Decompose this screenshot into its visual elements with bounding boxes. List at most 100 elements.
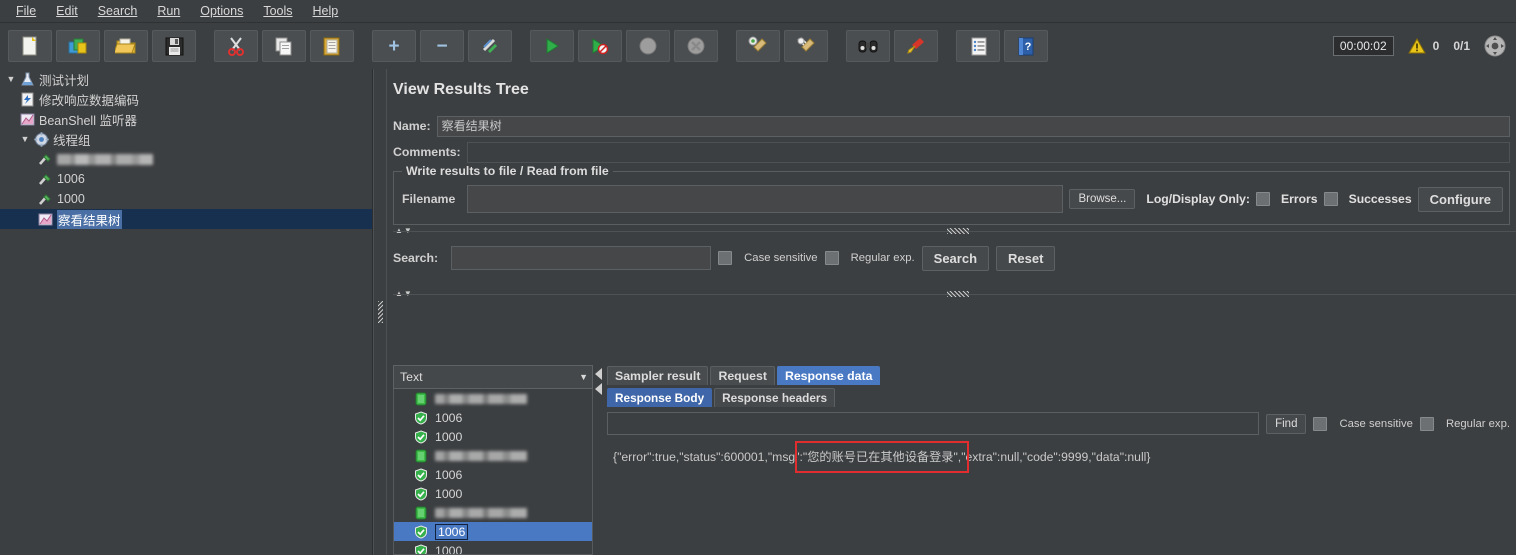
clear-all-button[interactable] <box>784 30 828 62</box>
tree-toggle-icon[interactable]: ▼ <box>18 134 32 144</box>
comments-input[interactable] <box>466 141 1510 163</box>
search-input[interactable] <box>451 246 712 270</box>
list-item-label: 1006 <box>435 467 463 482</box>
main-vertical-splitter[interactable] <box>373 69 387 555</box>
save-button[interactable] <box>152 30 196 62</box>
search-button[interactable] <box>846 30 890 62</box>
tree-node-view-results-tree[interactable]: 察看结果树 <box>0 209 372 229</box>
result-tabs: Sampler result Request Response data <box>607 365 1510 385</box>
find-input[interactable] <box>607 412 1260 435</box>
menu-options[interactable]: Options <box>190 2 253 20</box>
list-item[interactable]: 1006 <box>394 465 592 484</box>
tree-node-thread-group[interactable]: ▼ 线程组 <box>0 129 372 149</box>
shutdown-button[interactable] <box>674 30 718 62</box>
errors-checkbox[interactable] <box>1255 192 1270 206</box>
templates-button[interactable] <box>56 30 100 62</box>
active-threads-icon[interactable] <box>1484 35 1506 57</box>
list-item-selected[interactable]: 1006 <box>394 522 592 541</box>
start-icon <box>546 38 559 54</box>
start-no-pauses-icon <box>592 38 609 55</box>
list-item[interactable]: 1006 <box>394 408 592 427</box>
function-helper-button[interactable] <box>956 30 1000 62</box>
menu-file[interactable]: File <box>6 2 46 20</box>
open-button[interactable] <box>104 30 148 62</box>
search-case-sensitive-checkbox[interactable] <box>718 251 733 265</box>
test-plan-tree[interactable]: ▼ 测试计划 修改响应数据编码 BeanShell 监听器 ▼ 线程组 1006… <box>0 69 373 555</box>
warning-indicator[interactable]: 0 <box>1407 38 1440 54</box>
comments-row: Comments: <box>393 141 1510 163</box>
list-item[interactable] <box>394 446 592 465</box>
tab-request[interactable]: Request <box>710 366 775 385</box>
filename-input[interactable] <box>467 185 1064 213</box>
expand-all-button[interactable]: + <box>372 30 416 62</box>
menu-search-label: Search <box>97 4 138 18</box>
collapse-left-icon-top[interactable] <box>594 367 603 381</box>
results-list[interactable]: 1006 1000 1006 1000 1006 1000 <box>393 389 593 555</box>
search-regular-exp-checkbox[interactable] <box>824 251 839 265</box>
divider-upper[interactable]: ▲▼ <box>393 225 1516 236</box>
configure-button[interactable]: Configure <box>1417 186 1503 212</box>
new-button[interactable] <box>8 30 52 62</box>
response-body-view[interactable]: {"error":true,"status":600001,"msg":"您的账… <box>607 440 1510 555</box>
copy-button[interactable] <box>262 30 306 62</box>
browse-button[interactable]: Browse... <box>1069 189 1136 209</box>
find-button[interactable]: Find <box>1266 413 1307 434</box>
list-item[interactable]: 1000 <box>394 541 592 555</box>
menu-help[interactable]: Help <box>303 2 349 20</box>
renderer-select[interactable]: Text ▼ <box>393 365 593 389</box>
list-item-label: 1006 <box>435 523 469 540</box>
warning-count: 0 <box>1432 39 1440 53</box>
menu-search[interactable]: Search <box>88 2 148 20</box>
list-item-label: 1000 <box>435 543 463 555</box>
divider-grip <box>946 227 969 234</box>
stop-button[interactable] <box>626 30 670 62</box>
success-shield-icon <box>412 524 429 539</box>
tree-node-sampler-1000[interactable]: 1000 <box>0 189 372 209</box>
minus-icon: − <box>436 35 448 57</box>
tree-node-sampler-1006[interactable]: 1006 <box>0 169 372 189</box>
reset-search-button[interactable] <box>894 30 938 62</box>
tab-sampler-result[interactable]: Sampler result <box>607 366 709 385</box>
cut-button[interactable] <box>214 30 258 62</box>
http-sampler-icon <box>36 171 54 187</box>
list-item-label-redacted <box>435 393 527 404</box>
tree-node-test-plan[interactable]: ▼ 测试计划 <box>0 69 372 89</box>
start-button[interactable] <box>530 30 574 62</box>
list-item[interactable] <box>394 389 592 408</box>
list-item[interactable]: 1000 <box>394 484 592 503</box>
filename-row: Filename Browse... Log/Display Only: Err… <box>402 184 1503 214</box>
collapse-all-button[interactable]: − <box>420 30 464 62</box>
menu-edit[interactable]: Edit <box>46 2 88 20</box>
search-submit-button[interactable]: Search <box>921 245 990 271</box>
tree-toggle-icon[interactable]: ▼ <box>4 74 18 84</box>
list-item[interactable] <box>394 503 592 522</box>
tree-node-beanshell-listener[interactable]: BeanShell 监听器 <box>0 109 372 129</box>
successes-checkbox[interactable] <box>1323 192 1338 206</box>
subtab-response-headers[interactable]: Response headers <box>714 388 836 407</box>
search-reset-button[interactable]: Reset <box>996 245 1056 271</box>
menu-run[interactable]: Run <box>147 2 190 20</box>
collapse-left-icon-bottom[interactable] <box>594 382 603 396</box>
name-row: Name: 察看结果树 <box>393 115 1510 137</box>
results-splitter[interactable] <box>593 365 605 555</box>
response-body-text: {"error":true,"status":600001,"msg":"您的账… <box>613 450 1151 464</box>
tree-node-label: 1000 <box>57 192 85 206</box>
paste-button[interactable] <box>310 30 354 62</box>
subtab-response-body[interactable]: Response Body <box>607 388 713 407</box>
tab-response-data[interactable]: Response data <box>776 366 881 385</box>
divider-lower[interactable]: ▲▼ <box>393 288 1516 299</box>
find-case-sensitive-checkbox[interactable] <box>1313 416 1328 431</box>
start-no-pauses-button[interactable] <box>578 30 622 62</box>
menu-tools[interactable]: Tools <box>253 2 302 20</box>
results-split: Text ▼ 1006 1000 1006 1000 1006 1000 Sam… <box>393 365 1510 555</box>
name-input[interactable]: 察看结果树 <box>436 115 1510 137</box>
warning-triangle-icon <box>1407 38 1426 54</box>
find-regular-exp-checkbox[interactable] <box>1419 416 1434 431</box>
list-item[interactable]: 1000 <box>394 427 592 446</box>
toggle-button[interactable] <box>468 30 512 62</box>
tree-node-preprocessor[interactable]: 修改响应数据编码 <box>0 89 372 109</box>
help-button[interactable]: ? <box>1004 30 1048 62</box>
find-row: Find Case sensitive Regular exp. <box>607 410 1510 437</box>
tree-node-sampler-redacted[interactable] <box>0 149 372 169</box>
clear-button[interactable] <box>736 30 780 62</box>
